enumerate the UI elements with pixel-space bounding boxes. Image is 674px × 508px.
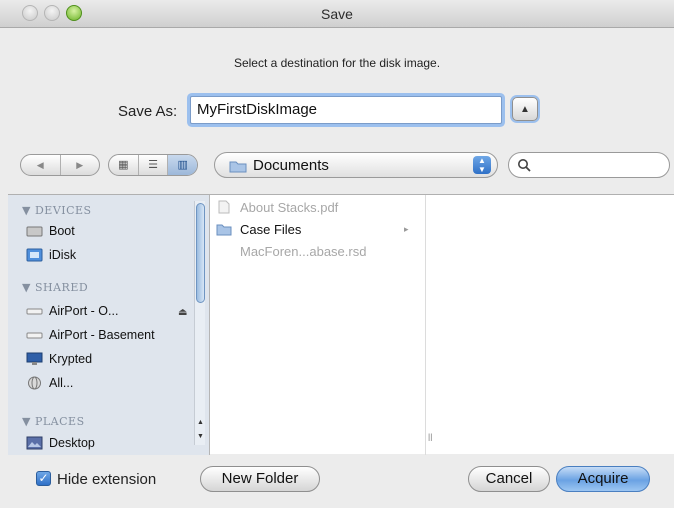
- file-browser: ▼ DEVICES Boot iDisk ▼ SHARED AirPort - …: [8, 194, 674, 455]
- airport-icon: [26, 308, 43, 315]
- computer-icon: [26, 352, 43, 365]
- icon-view-button[interactable]: ▦: [109, 155, 138, 175]
- list-item: About Stacks.pdf: [216, 197, 338, 217]
- popup-arrows-icon: ▲ ▼: [473, 156, 491, 174]
- list-view-button[interactable]: ☰: [137, 155, 168, 175]
- sidebar-places-header[interactable]: ▼ PLACES: [22, 415, 85, 428]
- hide-extension-label[interactable]: Hide extension: [57, 471, 156, 488]
- drive-icon: [26, 226, 43, 237]
- sidebar-item-desktop[interactable]: Desktop: [26, 433, 95, 453]
- folder-icon: [216, 224, 232, 236]
- triangle-up-icon: ▲: [520, 103, 530, 115]
- sidebar-devices-header[interactable]: ▼ DEVICES: [22, 204, 92, 217]
- acquire-button[interactable]: Acquire: [556, 466, 650, 492]
- scroll-down-arrow-icon[interactable]: ▼: [195, 433, 206, 440]
- back-button[interactable]: ◀: [21, 155, 60, 175]
- new-folder-button[interactable]: New Folder: [200, 466, 320, 492]
- column-resize-handle[interactable]: ll: [428, 433, 432, 444]
- dialog-prompt: Select a destination for the disk image.: [233, 56, 441, 70]
- search-icon: [518, 159, 531, 172]
- airport-icon: [26, 332, 43, 339]
- hide-extension-checkbox[interactable]: ✓: [36, 471, 51, 486]
- back-forward-buttons: ◀ ▶: [20, 154, 100, 176]
- column-view-button[interactable]: ▥: [167, 155, 197, 175]
- sidebar-item-idisk[interactable]: iDisk: [26, 245, 76, 265]
- folder-icon: [229, 161, 247, 173]
- list-item: MacForen...abase.rsd: [240, 243, 367, 259]
- collapse-browser-button[interactable]: ▲: [512, 97, 538, 121]
- search-field[interactable]: [508, 152, 670, 178]
- idisk-icon: [26, 248, 43, 262]
- desktop-icon: [26, 436, 43, 450]
- eject-icon[interactable]: ⏏: [178, 307, 187, 318]
- sidebar-item-airport-basement[interactable]: AirPort - Basement: [26, 325, 155, 345]
- sidebar-scroll-thumb[interactable]: [196, 203, 205, 303]
- cancel-button[interactable]: Cancel: [468, 466, 550, 492]
- scroll-up-arrow-icon[interactable]: ▲: [195, 419, 206, 426]
- document-icon: [218, 200, 230, 214]
- sidebar-item-airport-o[interactable]: AirPort - O...: [26, 301, 118, 321]
- forward-button[interactable]: ▶: [59, 155, 100, 175]
- title-bar[interactable]: Save: [0, 0, 674, 28]
- sidebar-shared-header[interactable]: ▼ SHARED: [22, 281, 88, 294]
- view-mode-buttons: ▦ ☰ ▥: [108, 154, 198, 176]
- window-title: Save: [321, 6, 353, 22]
- browser-column: About Stacks.pdf Case Files ▸ MacForen..…: [212, 195, 426, 455]
- disclosure-arrow-icon: ▸: [404, 223, 409, 234]
- sidebar-item-krypted[interactable]: Krypted: [26, 349, 92, 369]
- save-as-label: Save As:: [118, 103, 178, 120]
- sidebar-item-all[interactable]: All...: [26, 373, 73, 393]
- sidebar-scrollbar[interactable]: ▲ ▼: [194, 201, 205, 445]
- sidebar: ▼ DEVICES Boot iDisk ▼ SHARED AirPort - …: [8, 195, 210, 455]
- location-popup[interactable]: Documents ▲ ▼: [214, 152, 498, 178]
- save-dialog: Save Select a destination for the disk i…: [0, 0, 674, 508]
- network-icon: [28, 376, 41, 390]
- sidebar-item-boot[interactable]: Boot: [26, 221, 75, 241]
- list-item[interactable]: Case Files ▸: [216, 219, 409, 239]
- save-as-field[interactable]: MyFirstDiskImage: [190, 96, 502, 124]
- location-label: Documents: [253, 157, 329, 174]
